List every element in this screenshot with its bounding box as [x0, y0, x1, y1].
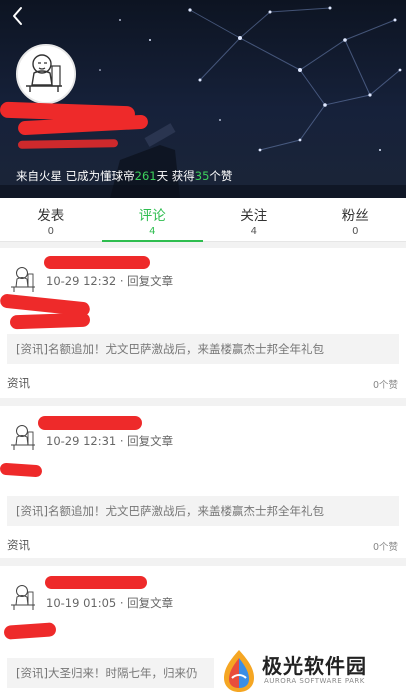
tab-label: 关注 [240, 208, 268, 224]
comment-time: 10-29 12:31 [46, 434, 117, 448]
likes-suffix: 个赞 [209, 169, 233, 183]
profile-stats-line: 来自火星 已成为懂球帝261天 获得35个赞 [16, 168, 232, 184]
commenter-avatar[interactable] [7, 262, 41, 296]
watermark-subtitle: AURORA SOFTWARE PARK [264, 677, 365, 685]
tab-label: 评论 [138, 208, 166, 224]
comment-card[interactable]: 10-29 12:32 · 回复文章 [资讯]名额追加！尤文巴萨激战后，来盖楼赢… [0, 248, 406, 398]
commenter-avatar[interactable] [7, 420, 41, 454]
tab-following[interactable]: 关注 4 [203, 198, 305, 241]
redacted-commenter-name [44, 256, 150, 269]
user-profile-screen: 来自火星 已成为懂球帝261天 获得35个赞 发表 0 评论 4 关注 4 粉丝… [0, 0, 406, 697]
article-reference[interactable]: [资讯]名额追加！尤文巴萨激战后，来盖楼赢杰士邦全年礼包 [7, 496, 399, 526]
watermark-title: 极光软件园 [262, 654, 367, 678]
tab-count: 4 [149, 226, 156, 237]
tab-count: 0 [352, 226, 359, 237]
aurora-logo-icon [224, 650, 254, 692]
tab-fans[interactable]: 粉丝 0 [305, 198, 406, 241]
profile-header: 来自火星 已成为懂球帝261天 获得35个赞 [0, 0, 406, 198]
reply-article-link[interactable]: · 回复文章 [120, 596, 173, 610]
tab-comments[interactable]: 评论 4 [101, 198, 204, 242]
tab-label: 发表 [37, 208, 65, 224]
comment-time: 10-19 01:05 [46, 596, 117, 610]
redacted-commenter-name [45, 576, 147, 589]
back-arrow-icon[interactable] [6, 4, 30, 28]
comment-meta: 10-19 01:05 · 回复文章 [46, 595, 173, 611]
tab-label: 粉丝 [341, 208, 369, 224]
reply-article-link[interactable]: · 回复文章 [120, 274, 173, 288]
like-count[interactable]: 0个赞 [373, 377, 398, 391]
redacted-comment-text [0, 462, 43, 478]
article-category: 资讯 [7, 376, 30, 390]
avatar-meme-image [18, 46, 74, 102]
tab-posts[interactable]: 发表 0 [0, 198, 102, 241]
article-reference[interactable]: [资讯]名额追加！尤文巴萨激战后，来盖楼赢杰士邦全年礼包 [7, 334, 399, 364]
article-category: 资讯 [7, 538, 30, 552]
days-suffix: 天 获得 [156, 169, 195, 183]
tab-count: 4 [250, 226, 257, 237]
comment-meta: 10-29 12:32 · 回复文章 [46, 273, 173, 289]
comment-meta: 10-29 12:31 · 回复文章 [46, 433, 173, 449]
tab-count: 0 [47, 226, 54, 237]
user-avatar[interactable] [16, 44, 76, 104]
profile-tabs: 发表 0 评论 4 关注 4 粉丝 0 [0, 198, 406, 242]
reply-article-link[interactable]: · 回复文章 [120, 434, 173, 448]
aurora-watermark: 极光软件园 AURORA SOFTWARE PARK [214, 644, 404, 697]
profile-prefix: 来自火星 已成为懂球帝 [16, 169, 135, 183]
commenter-avatar[interactable] [7, 580, 41, 614]
days-count: 261 [134, 169, 157, 183]
redacted-comment-text [9, 312, 91, 330]
redacted-commenter-name [38, 416, 142, 430]
redacted-comment-text [3, 622, 57, 640]
comment-time: 10-29 12:32 [46, 274, 117, 288]
like-count[interactable]: 0个赞 [373, 539, 398, 553]
comment-card[interactable]: 10-29 12:31 · 回复文章 [资讯]名额追加！尤文巴萨激战后，来盖楼赢… [0, 406, 406, 558]
likes-count: 35 [194, 169, 210, 183]
